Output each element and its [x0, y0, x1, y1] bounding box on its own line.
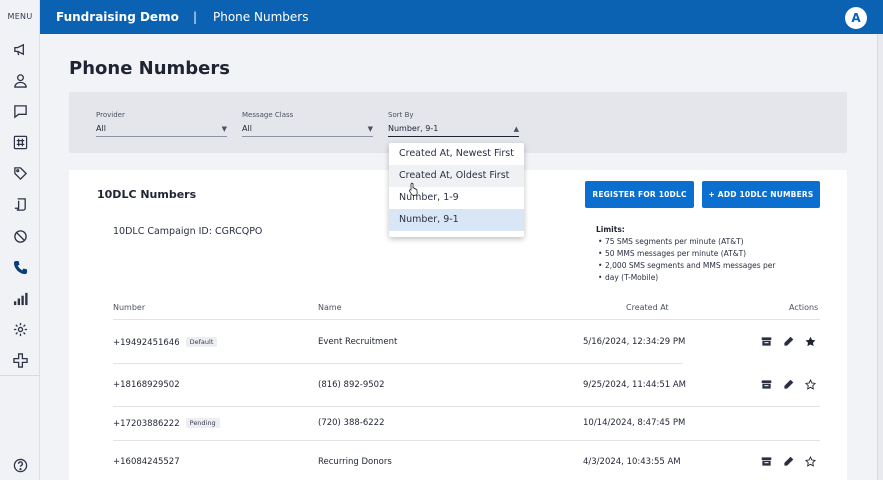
header-divider: [113, 319, 820, 320]
gear-icon[interactable]: [10, 319, 30, 339]
bar-chart-icon[interactable]: [10, 288, 30, 308]
person-icon[interactable]: [10, 70, 30, 90]
provider-value: All: [96, 124, 106, 133]
scrollbar-track[interactable]: [877, 34, 883, 480]
limits-panel: Limits: 75 SMS segments per minute (AT&T…: [596, 225, 816, 284]
sidebar-divider: [0, 375, 40, 376]
campaign-id: 10DLC Campaign ID: CGRCQPO: [113, 226, 263, 237]
breadcrumb: Phone Numbers: [213, 10, 309, 24]
block-icon[interactable]: [10, 226, 30, 246]
sort-option-number-desc[interactable]: Number, 9-1: [389, 209, 524, 231]
sort-by-select[interactable]: Sort By Number, 9-1 ▲: [388, 111, 519, 137]
row-number: +19492451646 Default: [113, 337, 218, 348]
page-title: Phone Numbers: [69, 58, 230, 79]
edit-icon[interactable]: [782, 335, 794, 347]
sort-by-label: Sort By: [388, 111, 414, 119]
row-created-at: 10/14/2024, 8:47:45 PM: [583, 418, 686, 428]
limits-title: Limits:: [596, 225, 625, 234]
message-class-label: Message Class: [242, 111, 294, 119]
row-created-at: 9/25/2024, 11:44:51 AM: [583, 380, 687, 390]
row-divider: [113, 363, 683, 364]
hand-cursor-icon: [408, 181, 420, 196]
phone-number: +19492451646: [113, 338, 180, 348]
row-name: (720) 388-6222: [318, 418, 385, 428]
row-number: +18168929502: [113, 380, 180, 390]
chevron-down-icon: ▼: [367, 125, 373, 133]
chat-bubble-icon[interactable]: [10, 101, 30, 121]
register-10dlc-button[interactable]: REGISTER FOR 10DLC: [585, 181, 694, 208]
edit-icon[interactable]: [782, 455, 794, 467]
star-outline-icon[interactable]: [804, 455, 816, 467]
card-title: 10DLC Numbers: [97, 188, 197, 201]
row-created-at: 5/16/2024, 12:34:29 PM: [583, 337, 686, 347]
megaphone-icon[interactable]: [10, 39, 30, 59]
edit-icon[interactable]: [782, 378, 794, 390]
row-name: Recurring Donors: [318, 457, 392, 467]
star-outline-icon[interactable]: [804, 378, 816, 390]
hashtag-icon[interactable]: [10, 132, 30, 152]
table-row[interactable]: +19492451646 Default Event Recruitment 5/…: [113, 335, 820, 381]
sort-option-newest[interactable]: Created At, Newest First: [389, 143, 524, 165]
provider-label: Provider: [96, 111, 125, 119]
row-number: +16084245527: [113, 457, 180, 467]
add-10dlc-numbers-button[interactable]: + ADD 10DLC NUMBERS: [702, 181, 820, 208]
menu-label[interactable]: MENU: [0, 12, 40, 21]
sidebar: MENU: [0, 0, 40, 480]
column-header-actions: Actions: [789, 303, 819, 312]
archive-icon[interactable]: [760, 335, 772, 347]
row-number: +17203886222 Pending: [113, 418, 220, 429]
table-row[interactable]: +16084245527 Recurring Donors 4/3/2024, …: [113, 455, 820, 480]
status-badge: Default: [185, 337, 218, 347]
row-divider: [113, 406, 820, 407]
star-filled-icon[interactable]: [804, 335, 816, 347]
chevron-down-icon: ▼: [221, 125, 227, 133]
tag-icon[interactable]: [10, 163, 30, 183]
phone-icon[interactable]: [10, 257, 30, 277]
limit-item: 75 SMS segments per minute (AT&T): [596, 236, 816, 248]
column-header-number[interactable]: Number: [113, 303, 145, 312]
avatar[interactable]: A: [845, 7, 867, 29]
row-divider: [113, 440, 820, 441]
row-name: Event Recruitment: [318, 337, 398, 347]
limit-item-continued: day (T-Mobile): [596, 272, 816, 284]
limit-item: 2,000 SMS segments and MMS messages per: [596, 260, 816, 272]
message-class-select[interactable]: Message Class All ▼: [242, 111, 373, 137]
help-icon[interactable]: [10, 455, 30, 475]
app-title[interactable]: Fundraising Demo: [56, 10, 179, 24]
row-name: (816) 892-9502: [318, 380, 385, 390]
column-header-created-at[interactable]: Created At: [626, 303, 669, 312]
archive-icon[interactable]: [760, 378, 772, 390]
top-bar: Fundraising Demo | Phone Numbers A: [40, 0, 883, 34]
message-class-value: All: [242, 124, 252, 133]
title-separator: |: [193, 10, 198, 24]
puzzle-icon[interactable]: [10, 350, 30, 370]
script-icon[interactable]: [10, 194, 30, 214]
row-created-at: 4/3/2024, 10:43:55 AM: [583, 457, 681, 467]
archive-icon[interactable]: [760, 455, 772, 467]
phone-number: +17203886222: [113, 419, 180, 429]
chevron-up-icon: ▲: [513, 125, 519, 133]
limit-item: 50 MMS messages per minute (AT&T): [596, 248, 816, 260]
status-badge: Pending: [185, 418, 220, 428]
sort-by-value: Number, 9-1: [388, 124, 439, 133]
provider-select[interactable]: Provider All ▼: [96, 111, 227, 137]
column-header-name[interactable]: Name: [318, 303, 342, 312]
